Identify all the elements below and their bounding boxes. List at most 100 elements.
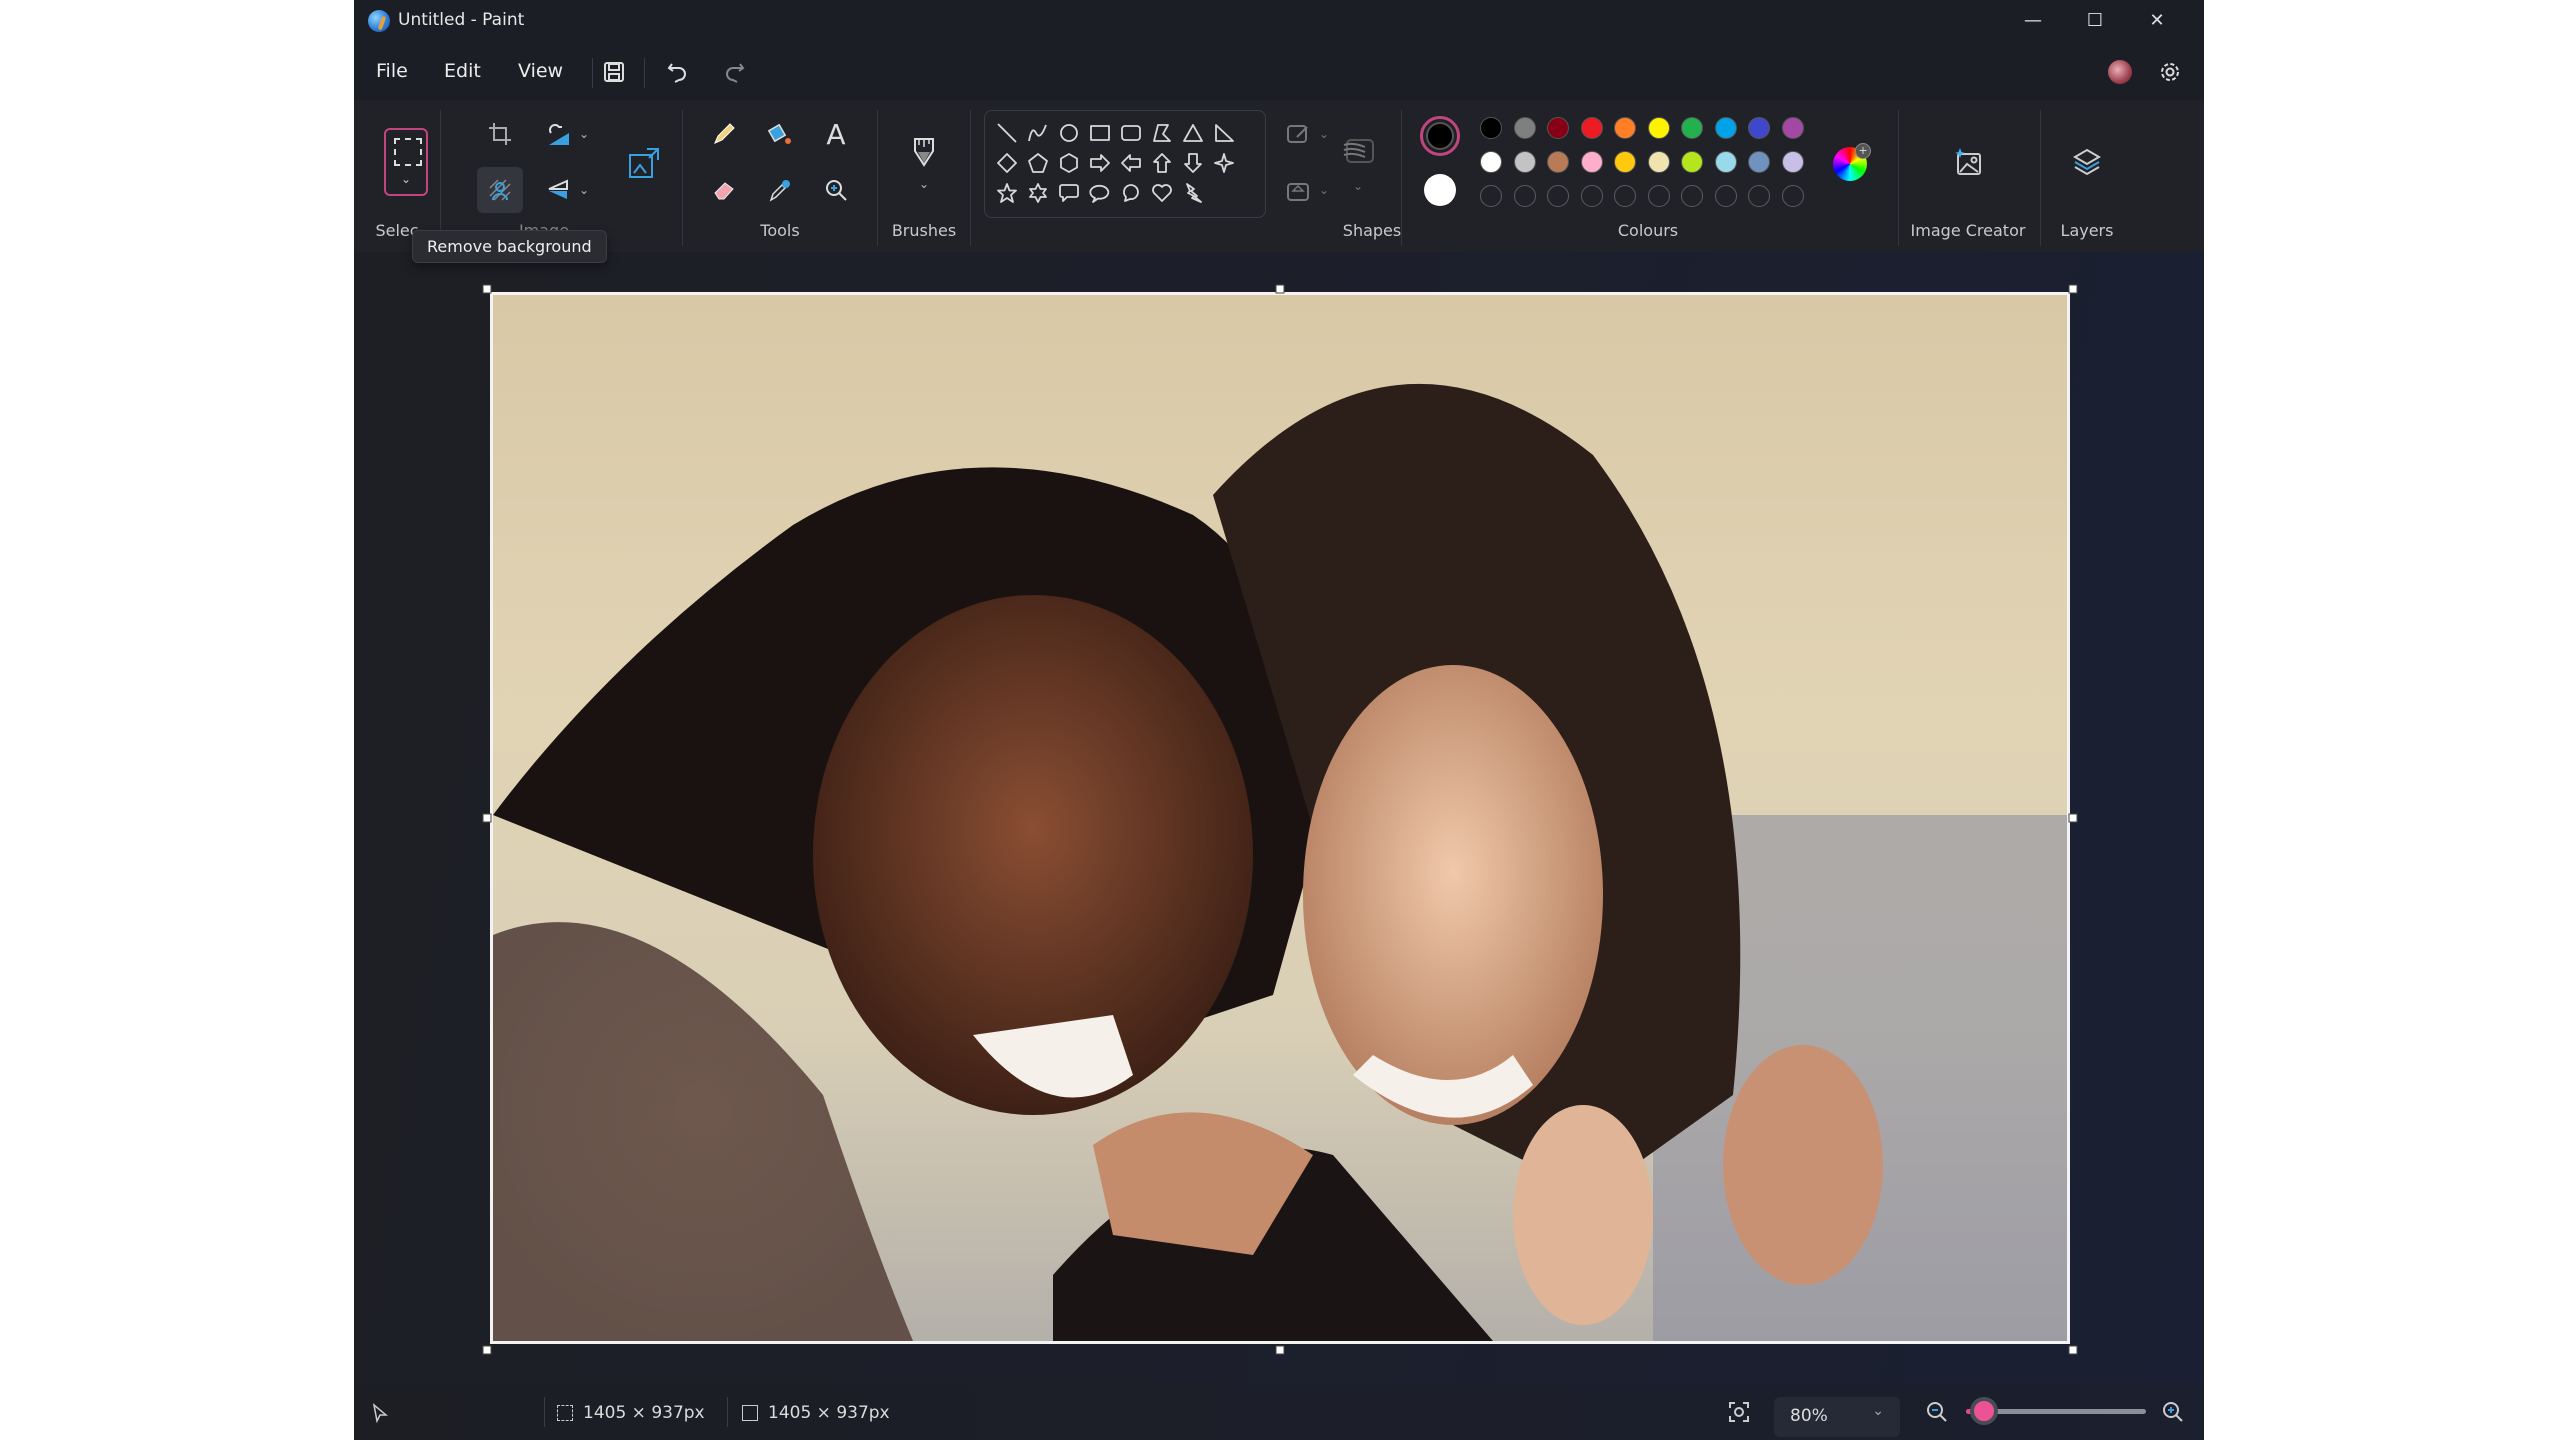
fit-to-window-button[interactable] xyxy=(1728,1401,1750,1427)
colour-swatch[interactable] xyxy=(1480,117,1502,139)
pencil-tool[interactable] xyxy=(704,114,744,154)
resize-handle-left[interactable] xyxy=(482,813,492,823)
primary-colour[interactable] xyxy=(1420,116,1460,156)
custom-colour-slot[interactable] xyxy=(1480,185,1502,207)
shape-oval-callout[interactable] xyxy=(1088,181,1112,205)
shape-line[interactable] xyxy=(995,121,1019,145)
undo-button[interactable] xyxy=(662,56,694,88)
colour-swatch[interactable] xyxy=(1480,151,1502,173)
magnifier-tool[interactable] xyxy=(816,170,856,210)
image-creator-button[interactable] xyxy=(1948,142,1988,182)
diamond-icon xyxy=(997,153,1017,173)
resize-handle-right[interactable] xyxy=(2068,813,2078,823)
stroke-size-chevron-icon[interactable]: ⌄ xyxy=(1338,166,1378,206)
eraser-tool[interactable] xyxy=(704,170,744,210)
color-picker-tool[interactable] xyxy=(760,170,800,210)
shape-right-arrow[interactable] xyxy=(1088,151,1112,175)
custom-colour-slot[interactable] xyxy=(1647,185,1670,207)
zoom-out-button[interactable] xyxy=(1926,1401,1948,1427)
colour-swatch[interactable] xyxy=(1681,151,1703,173)
resize-handle-bottom-right[interactable] xyxy=(2068,1345,2078,1355)
colour-swatch[interactable] xyxy=(1714,117,1737,139)
shape-triangle[interactable] xyxy=(1181,121,1205,145)
colour-swatch[interactable] xyxy=(1580,117,1603,139)
shape-rounded-rectangle[interactable] xyxy=(1119,121,1143,145)
colour-swatch[interactable] xyxy=(1748,151,1770,173)
colour-swatch[interactable] xyxy=(1781,117,1804,139)
shape-left-arrow[interactable] xyxy=(1119,151,1143,175)
colour-swatch[interactable] xyxy=(1748,117,1770,139)
resize-handle-bottom-left[interactable] xyxy=(482,1345,492,1355)
remove-background-button[interactable] xyxy=(477,167,523,213)
shape-diamond[interactable] xyxy=(995,151,1019,175)
colour-swatch[interactable] xyxy=(1513,151,1536,173)
shape-hexagon[interactable] xyxy=(1057,151,1081,175)
colour-swatch[interactable] xyxy=(1681,117,1703,139)
custom-colour-slot[interactable] xyxy=(1580,185,1603,207)
shape-five-point-star[interactable] xyxy=(995,181,1019,205)
colour-swatch[interactable] xyxy=(1547,117,1569,139)
menu-edit[interactable]: Edit xyxy=(444,60,481,82)
shape-four-point-star[interactable] xyxy=(1212,151,1236,175)
shape-polygon[interactable] xyxy=(1150,121,1174,145)
menu-view[interactable]: View xyxy=(518,60,563,82)
redo-button[interactable] xyxy=(718,56,750,88)
custom-colour-slot[interactable] xyxy=(1714,185,1737,207)
custom-colour-slot[interactable] xyxy=(1614,185,1636,207)
zoom-slider-thumb[interactable] xyxy=(1970,1397,1998,1425)
shape-rectangle[interactable] xyxy=(1088,121,1112,145)
brushes-chevron-down-icon[interactable]: ⌄ xyxy=(904,164,944,204)
shape-oval[interactable] xyxy=(1057,121,1081,145)
shape-down-arrow[interactable] xyxy=(1181,151,1205,175)
shape-cloud-callout[interactable] xyxy=(1119,181,1143,205)
colour-swatch[interactable] xyxy=(1714,151,1737,173)
shape-rounded-callout[interactable] xyxy=(1057,181,1081,205)
shape-six-point-star[interactable] xyxy=(1026,181,1050,205)
resize-handle-top-left[interactable] xyxy=(482,284,492,294)
custom-colour-slot[interactable] xyxy=(1781,185,1804,207)
close-button[interactable]: ✕ xyxy=(2126,0,2188,40)
colour-swatch[interactable] xyxy=(1614,117,1636,139)
colour-swatch[interactable] xyxy=(1781,151,1804,173)
shape-heart[interactable] xyxy=(1150,181,1174,205)
rotate-dropdown-chevron-icon[interactable]: ⌄ xyxy=(564,114,604,154)
colour-swatch[interactable] xyxy=(1580,151,1603,173)
custom-colour-slot[interactable] xyxy=(1547,185,1569,207)
eraser-icon xyxy=(714,182,734,200)
zoom-in-button[interactable] xyxy=(2162,1401,2184,1427)
edit-colours-button[interactable]: + xyxy=(1833,143,1871,181)
custom-colour-slot[interactable] xyxy=(1681,185,1703,207)
colour-swatch[interactable] xyxy=(1647,117,1670,139)
zoom-dropdown[interactable]: 80% ⌄ xyxy=(1774,1397,1900,1437)
shape-pentagon[interactable] xyxy=(1026,151,1050,175)
resize-button[interactable] xyxy=(624,143,664,183)
layers-button[interactable] xyxy=(2067,142,2107,182)
menu-file[interactable]: File xyxy=(376,60,408,82)
settings-button[interactable] xyxy=(2154,56,2186,88)
shape-up-arrow[interactable] xyxy=(1150,151,1174,175)
text-tool[interactable]: A xyxy=(816,114,856,154)
custom-colour-slot[interactable] xyxy=(1513,185,1536,207)
account-avatar[interactable] xyxy=(2104,56,2136,88)
resize-handle-top[interactable] xyxy=(1275,284,1285,294)
canvas-image[interactable] xyxy=(490,292,2070,1344)
zoom-slider[interactable] xyxy=(1966,1397,2146,1425)
secondary-colour[interactable] xyxy=(1424,174,1456,206)
colour-swatch[interactable] xyxy=(1614,151,1636,173)
colour-swatch[interactable] xyxy=(1647,151,1670,173)
colour-swatch[interactable] xyxy=(1547,151,1569,173)
selection-button[interactable]: ⌄ xyxy=(384,128,428,196)
shape-lightning[interactable] xyxy=(1181,181,1205,205)
fill-tool[interactable] xyxy=(760,114,800,154)
shape-right-triangle[interactable] xyxy=(1212,121,1236,145)
minimize-button[interactable]: — xyxy=(2002,0,2064,40)
crop-button[interactable] xyxy=(480,114,520,154)
resize-handle-top-right[interactable] xyxy=(2068,284,2078,294)
custom-colour-slot[interactable] xyxy=(1748,185,1770,207)
save-button[interactable] xyxy=(598,56,630,88)
maximize-button[interactable]: ☐ xyxy=(2064,0,2126,40)
flip-dropdown-chevron-icon[interactable]: ⌄ xyxy=(564,170,604,210)
resize-handle-bottom[interactable] xyxy=(1275,1345,1285,1355)
shape-curve[interactable] xyxy=(1026,121,1050,145)
colour-swatch[interactable] xyxy=(1513,117,1536,139)
